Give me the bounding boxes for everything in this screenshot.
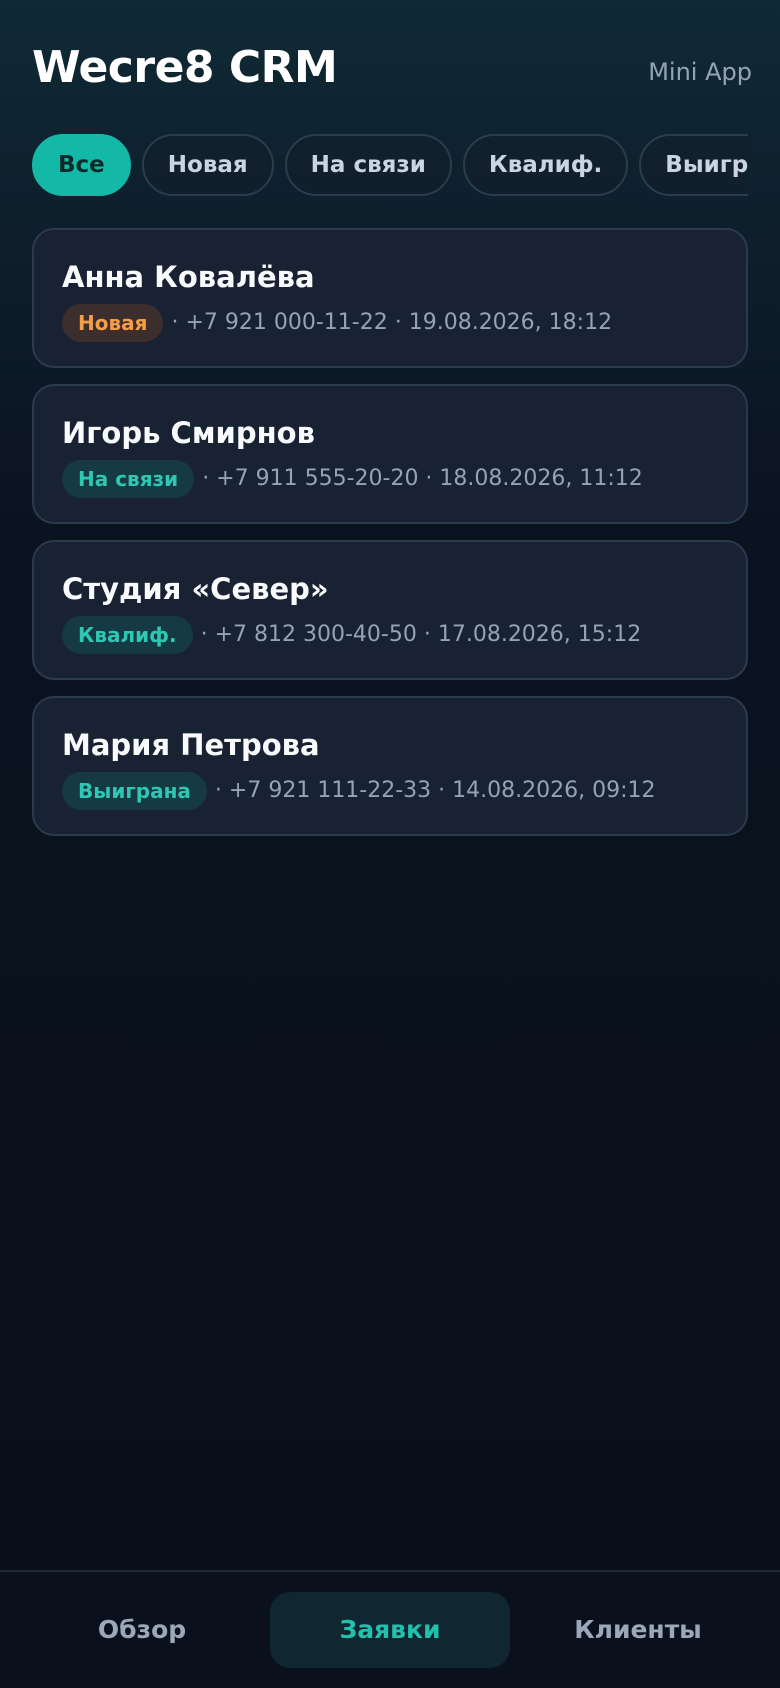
lead-meta: Новая · +7 921 000-11-22 · 19.08.2026, 18…	[62, 304, 718, 342]
lead-meta: Квалиф. · +7 812 300-40-50 · 17.08.2026, …	[62, 616, 718, 654]
lead-name: Игорь Смирнов	[62, 416, 315, 450]
lead-contact-info: · +7 911 555-20-20 · 18.08.2026, 11:12	[202, 466, 643, 491]
nav-tab-overview[interactable]: Обзор	[32, 1592, 252, 1668]
lead-name: Анна Ковалёва	[62, 260, 315, 294]
nav-tab-leads[interactable]: Заявки	[270, 1592, 510, 1668]
status-badge: Квалиф.	[62, 616, 193, 654]
bottom-navigation: Обзор Заявки Клиенты	[0, 1570, 780, 1688]
status-badge: Выиграна	[62, 772, 207, 810]
status-badge: На связи	[62, 460, 195, 498]
lead-card[interactable]: Анна Ковалёва Новая · +7 921 000-11-22 · …	[32, 228, 748, 368]
status-badge: Новая	[62, 304, 164, 342]
lead-list: Анна Ковалёва Новая · +7 921 000-11-22 · …	[32, 228, 748, 852]
filter-chip-new[interactable]: Новая	[141, 134, 274, 196]
filter-chip-contacted[interactable]: На связи	[284, 134, 452, 196]
filter-chip-all[interactable]: Все	[32, 134, 131, 196]
lead-card[interactable]: Мария Петрова Выиграна · +7 921 111-22-33…	[32, 696, 748, 836]
status-filter-bar: ВсеНоваяНа связиКвалиф.Выиграна	[32, 134, 748, 196]
lead-card[interactable]: Игорь Смирнов На связи · +7 911 555-20-20…	[32, 384, 748, 524]
app-title: Wecre8 CRM	[32, 42, 338, 93]
nav-tab-clients[interactable]: Клиенты	[528, 1592, 748, 1668]
filter-chip-qualified[interactable]: Квалиф.	[462, 134, 629, 196]
lead-contact-info: · +7 812 300-40-50 · 17.08.2026, 15:12	[200, 622, 642, 647]
app-subtitle: Mini App	[648, 58, 752, 86]
lead-name: Мария Петрова	[62, 728, 320, 762]
lead-contact-info: · +7 921 111-22-33 · 14.08.2026, 09:12	[214, 778, 656, 803]
filter-chip-won[interactable]: Выиграна	[639, 134, 748, 196]
lead-meta: На связи · +7 911 555-20-20 · 18.08.2026,…	[62, 460, 718, 498]
lead-meta: Выиграна · +7 921 111-22-33 · 14.08.2026,…	[62, 772, 718, 810]
lead-card[interactable]: Студия «Север» Квалиф. · +7 812 300-40-50…	[32, 540, 748, 680]
lead-name: Студия «Север»	[62, 572, 329, 606]
lead-contact-info: · +7 921 000-11-22 · 19.08.2026, 18:12	[171, 310, 613, 335]
app-header: Wecre8 CRM Mini App	[32, 40, 752, 100]
